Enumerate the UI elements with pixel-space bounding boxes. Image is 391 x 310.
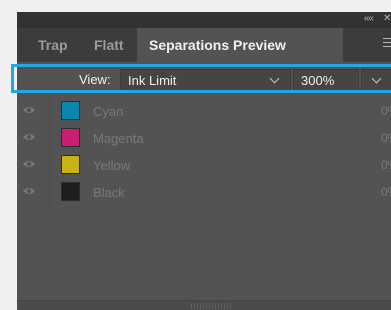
ink-name: Yellow [93, 158, 131, 173]
ink-percent: 0% [381, 104, 391, 118]
tab-trap-label: Trap [38, 37, 68, 53]
eye-icon[interactable] [22, 186, 36, 196]
magenta-swatch [61, 128, 80, 147]
resize-grip[interactable] [191, 303, 231, 309]
close-panel-icon[interactable]: ✕ [383, 13, 391, 24]
tab-separations-preview-label: Separations Preview [149, 37, 286, 53]
collapse-panel-icon[interactable]: «« [364, 13, 374, 24]
eye-icon[interactable] [22, 132, 36, 142]
ink-name: Black [93, 185, 125, 200]
ink-row-yellow[interactable]: Yellow 0% [17, 151, 391, 178]
ink-row-cyan[interactable]: Cyan 0% [17, 97, 391, 124]
eye-icon[interactable] [22, 159, 36, 169]
ink-row-black[interactable]: Black 0% [17, 178, 391, 205]
eye-icon[interactable] [22, 105, 36, 115]
cyan-swatch [61, 101, 80, 120]
ink-percent: 0% [381, 131, 391, 145]
ink-list: Cyan 0% Magenta 0% Yellow 0% [17, 96, 391, 296]
black-swatch [61, 182, 80, 201]
separations-preview-panel: «« ✕ Trap Flatt Separations Preview View… [11, 12, 391, 310]
tab-flattener[interactable]: Flatt [83, 28, 133, 62]
yellow-swatch [61, 155, 80, 174]
ink-percent: 0% [381, 158, 391, 172]
view-row-highlight [11, 64, 391, 93]
ink-percent: 0% [381, 185, 391, 199]
tab-flattener-label: Flatt [94, 37, 124, 53]
panel-titlebar: «« ✕ [17, 12, 391, 28]
ink-name: Magenta [93, 131, 144, 146]
hamburger-menu-icon[interactable] [383, 38, 391, 48]
ink-name: Cyan [93, 104, 124, 119]
panel-tab-bar: Trap Flatt Separations Preview [17, 28, 391, 62]
tab-separations-preview[interactable]: Separations Preview [137, 28, 343, 62]
tab-trap[interactable]: Trap [27, 28, 83, 62]
ink-row-magenta[interactable]: Magenta 0% [17, 124, 391, 151]
